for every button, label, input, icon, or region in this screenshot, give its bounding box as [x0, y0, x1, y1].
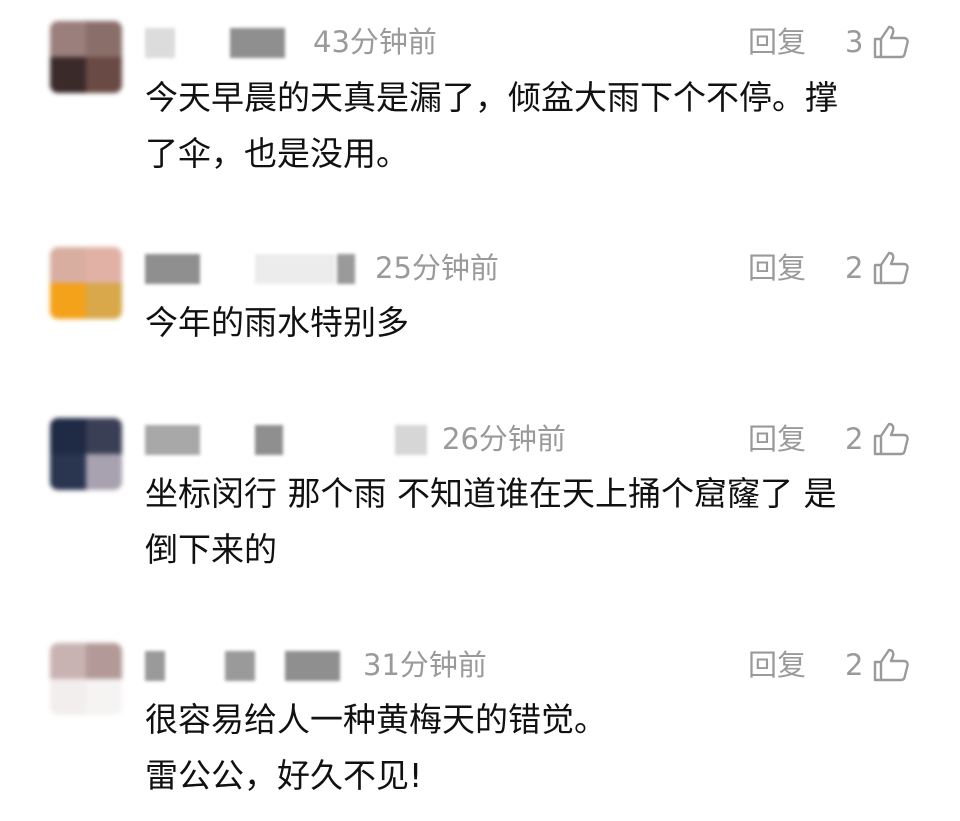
- comment-text-line: 今年的雨水特别多: [145, 303, 409, 342]
- username-mosaic: [225, 651, 255, 681]
- username-mosaic: [145, 651, 165, 681]
- like-count: 2: [845, 648, 864, 682]
- username-mosaic: [145, 425, 200, 455]
- comment-text: 今天早晨的天真是漏了，倾盆大雨下个不停。撑 了伞，也是没用。: [145, 70, 915, 182]
- username-mosaic: [255, 254, 335, 284]
- comment-text-line: 坐标闵行 那个雨 不知道谁在天上捅个窟窿了 是: [145, 474, 837, 513]
- like-count: 2: [845, 422, 864, 456]
- thumbs-up-icon[interactable]: [873, 422, 909, 456]
- reply-button[interactable]: 回复: [748, 248, 806, 288]
- avatar[interactable]: [50, 247, 122, 319]
- comment-text-line: 了伞，也是没用。: [145, 134, 409, 173]
- comment-text: 很容易给人一种黄梅天的错觉。 雷公公，好久不见!: [145, 692, 915, 804]
- reply-button[interactable]: 回复: [748, 645, 806, 685]
- comment-text-line: 很容易给人一种黄梅天的错觉。: [145, 700, 607, 739]
- username-mosaic: [337, 254, 355, 284]
- thumbs-up-icon[interactable]: [873, 251, 909, 285]
- comment-time: 43分钟前: [313, 25, 437, 59]
- avatar[interactable]: [50, 21, 122, 93]
- avatar[interactable]: [50, 643, 122, 715]
- username-mosaic: [255, 425, 283, 455]
- reply-button[interactable]: 回复: [748, 22, 806, 62]
- like-count: 2: [845, 251, 864, 285]
- comment-text-line: 倒下来的: [145, 530, 277, 569]
- comment-text: 坐标闵行 那个雨 不知道谁在天上捅个窟窿了 是 倒下来的: [145, 466, 915, 578]
- username-mosaic: [145, 28, 175, 58]
- username-mosaic: [145, 254, 200, 284]
- comment-meta: 31分钟前 回复 2: [145, 645, 920, 685]
- username-mosaic: [285, 651, 340, 681]
- thumbs-up-icon[interactable]: [873, 648, 909, 682]
- comment-text: 今年的雨水特别多: [145, 295, 915, 351]
- avatar[interactable]: [50, 418, 122, 490]
- comment-time: 25分钟前: [375, 251, 499, 285]
- comment-time: 26分钟前: [442, 422, 566, 456]
- username-mosaic: [395, 425, 427, 455]
- username-mosaic: [230, 28, 285, 58]
- comment-time: 31分钟前: [363, 648, 487, 682]
- comment-meta: 26分钟前 回复 2: [145, 419, 920, 459]
- comment-meta: 43分钟前 回复 3: [145, 22, 920, 62]
- like-count: 3: [845, 25, 864, 59]
- thumbs-up-icon[interactable]: [873, 25, 909, 59]
- comment-meta: 25分钟前 回复 2: [145, 248, 920, 288]
- comment-text-line: 今天早晨的天真是漏了，倾盆大雨下个不停。撑: [145, 78, 838, 117]
- comment-text-line: 雷公公，好久不见!: [145, 756, 423, 795]
- reply-button[interactable]: 回复: [748, 419, 806, 459]
